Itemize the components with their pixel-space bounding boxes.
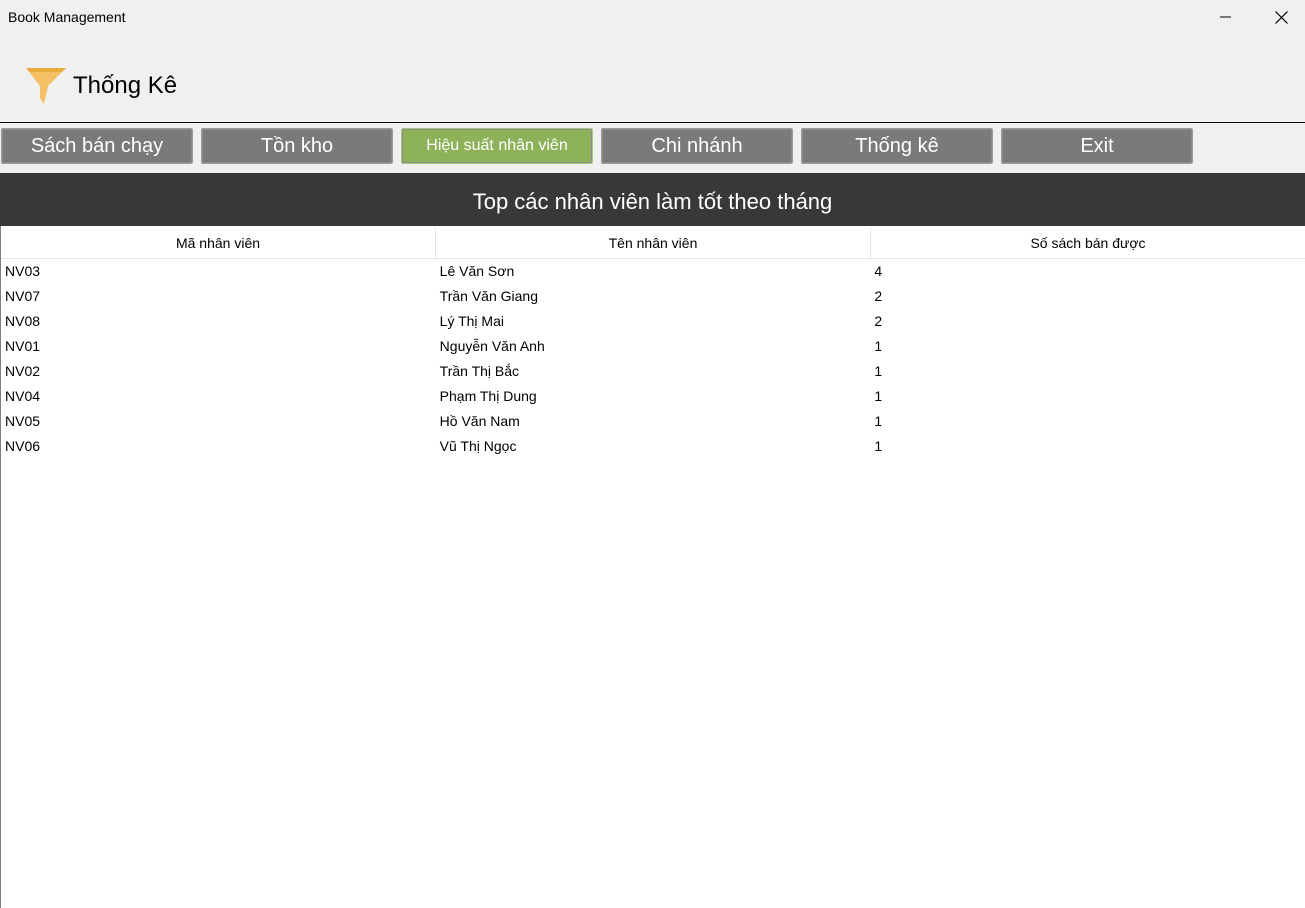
table-row[interactable]: NV06 Vũ Thị Ngọc 1	[1, 433, 1305, 458]
cell-employee-name: Hồ Văn Nam	[439, 412, 520, 429]
cell-employee-id: NV02	[5, 362, 41, 379]
app-window: Book Management Thống Kê Sách bán chạy T…	[0, 0, 1305, 908]
cell-books-sold: 1	[874, 412, 883, 429]
table-row[interactable]: NV04 Phạm Thị Dung 1	[1, 383, 1305, 408]
table-row[interactable]: NV02 Trần Thị Bắc 1	[1, 358, 1305, 383]
cell-books-sold: 2	[874, 287, 883, 304]
cell-books-sold: 1	[874, 362, 883, 379]
column-header-so-sach-ban-duoc[interactable]: Số sách bán được	[871, 228, 1305, 258]
tab-hieu-suat-nhan-vien[interactable]: Hiệu suất nhân viên	[401, 128, 593, 164]
cell-employee-name: Phạm Thị Dung	[439, 387, 537, 404]
cell-books-sold: 2	[874, 312, 883, 329]
cell-employee-name: Lê Văn Sơn	[439, 262, 515, 279]
cell-employee-id: NV03	[5, 262, 41, 279]
cell-employee-name: Nguyễn Văn Anh	[439, 337, 545, 354]
tab-sach-ban-chay[interactable]: Sách bán chạy	[1, 128, 193, 164]
cell-employee-id: NV04	[5, 387, 41, 404]
page-title: Thống Kê	[73, 72, 178, 99]
column-header-ma-nhan-vien[interactable]: Mã nhân viên	[1, 228, 436, 258]
cell-employee-id: NV01	[5, 337, 41, 354]
minimize-icon	[1220, 16, 1231, 18]
cell-employee-name: Trần Thị Bắc	[439, 362, 520, 379]
employee-table[interactable]: Mã nhân viên Tên nhân viên Số sách bán đ…	[0, 226, 1305, 908]
table-body: NV03 Lê Văn Sơn 4 NV07 Trần Văn Giang 2 …	[1, 258, 1305, 458]
table-row[interactable]: NV08 Lý Thị Mai 2	[1, 308, 1305, 333]
close-button[interactable]	[1258, 0, 1304, 34]
cell-employee-id: NV07	[5, 287, 41, 304]
section-banner: Top các nhân viên làm tốt theo tháng	[0, 173, 1305, 226]
minimize-button[interactable]	[1203, 0, 1249, 34]
cell-books-sold: 1	[874, 337, 883, 354]
cell-books-sold: 1	[874, 387, 883, 404]
cell-employee-id: NV06	[5, 437, 41, 454]
column-header-ten-nhan-vien[interactable]: Tên nhân viên	[436, 228, 871, 258]
tab-thong-ke[interactable]: Thống kê	[801, 128, 993, 164]
table-row[interactable]: NV01 Nguyễn Văn Anh 1	[1, 333, 1305, 358]
exit-button[interactable]: Exit	[1001, 128, 1193, 164]
window-title: Book Management	[8, 9, 126, 25]
tab-ton-kho[interactable]: Tồn kho	[201, 128, 393, 164]
close-icon	[1274, 10, 1288, 24]
cell-employee-name: Vũ Thị Ngọc	[439, 437, 517, 454]
table-row[interactable]: NV07 Trần Văn Giang 2	[1, 283, 1305, 308]
title-bar: Book Management	[0, 0, 1305, 36]
table-row[interactable]: NV03 Lê Văn Sơn 4	[1, 258, 1305, 283]
tab-chi-nhanh[interactable]: Chi nhánh	[601, 128, 793, 164]
funnel-icon	[26, 68, 66, 104]
section-title: Top các nhân viên làm tốt theo tháng	[472, 188, 833, 214]
cell-employee-id: NV05	[5, 412, 41, 429]
cell-employee-id: NV08	[5, 312, 41, 329]
cell-employee-name: Lý Thị Mai	[439, 312, 504, 329]
cell-books-sold: 1	[874, 437, 883, 454]
tab-bar: Sách bán chạy Tồn kho Hiệu suất nhân viê…	[0, 128, 1305, 168]
table-row[interactable]: NV05 Hồ Văn Nam 1	[1, 408, 1305, 433]
page-header: Thống Kê	[0, 36, 1305, 123]
table-header: Mã nhân viên Tên nhân viên Số sách bán đ…	[1, 228, 1305, 259]
cell-books-sold: 4	[874, 262, 883, 279]
cell-employee-name: Trần Văn Giang	[439, 287, 538, 304]
